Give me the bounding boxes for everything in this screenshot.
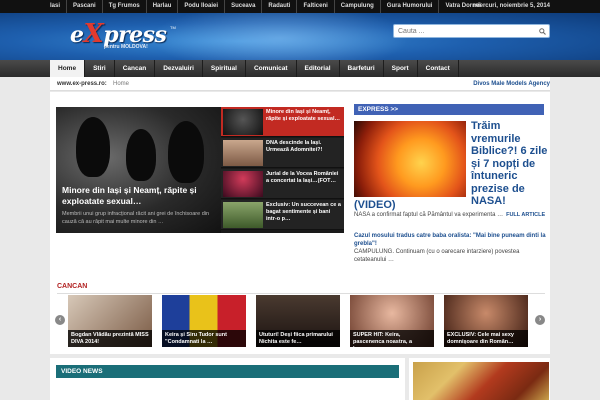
city-link-tg-frumos[interactable]: Tg Frumos <box>103 0 147 13</box>
nav-item-sport[interactable]: Sport <box>384 60 418 77</box>
nav-item-editorial[interactable]: Editorial <box>297 60 340 77</box>
express-story-image[interactable] <box>354 121 466 197</box>
search-box <box>393 24 550 38</box>
featured-slide-desc: Membrii unui grup infracțional răcit ani… <box>62 211 210 225</box>
city-link-radauti[interactable]: Radauti <box>262 0 298 13</box>
thumb-title: Jurial de la Vocea României a concertat … <box>266 171 339 184</box>
city-link-podu-iloaiei[interactable]: Podu Iloaiei <box>178 0 226 13</box>
slider-thumb[interactable]: Jurial de la Vocea României a concertat … <box>221 169 344 199</box>
cancan-section-header[interactable]: CANCAN <box>57 283 87 290</box>
logo-wordmark: eXpress <box>70 19 167 49</box>
express-section-header[interactable]: EXPRESS >> <box>354 104 544 115</box>
cancan-item[interactable]: Bogdan Vlădău prezintă MISS DIVA 2014! <box>68 295 152 347</box>
breadcrumb: www.ex-press.ro: Home Divos Male Models … <box>50 77 550 91</box>
cancan-item[interactable]: SUPER HIT: Keira, pascenenca noastra, a … <box>350 295 434 347</box>
thumb-image <box>223 171 263 197</box>
silhouette-shape <box>126 129 156 181</box>
express-story-title-tail[interactable]: (VIDEO) <box>354 199 434 211</box>
site-logo[interactable]: eXpress TM pentru MOLDOVA! <box>70 19 176 53</box>
search-icon[interactable] <box>539 28 546 35</box>
cancan-divider <box>57 293 545 294</box>
cancan-item-title: Ututuri! Deși fiica primarului Nichita e… <box>256 330 340 347</box>
thumb-title: DNA descinde la Iași. Urmează Adomnitei?… <box>266 140 323 153</box>
carousel-prev-icon[interactable]: ‹ <box>55 315 65 325</box>
express-header-label: EXPRESS >> <box>358 106 399 113</box>
express-desc-text: NASA a confirmat faptul că Pământul va e… <box>354 212 504 218</box>
nav-item-home[interactable]: Home <box>50 60 86 77</box>
cancan-item-title: SUPER HIT: Keira, pascenenca noastra, a … <box>350 330 434 347</box>
nav-item-contact[interactable]: Contact <box>418 60 459 77</box>
nav-item-barfeturi[interactable]: Barfeturi <box>340 60 384 77</box>
cancan-item[interactable]: Keira și Siru Tudor sunt "Condamnati la … <box>162 295 246 347</box>
top-bar: Iasi Pascani Tg Frumos Harlau Podu Iloai… <box>0 0 600 13</box>
breadcrumb-home-link[interactable]: Home <box>113 77 129 91</box>
nav-item-cancan[interactable]: Cancan <box>115 60 156 77</box>
slider-thumbnails: Minore din Iași și Neamț, răpite și expl… <box>221 107 344 233</box>
city-link-pascani[interactable]: Pascani <box>67 0 103 13</box>
city-link-harlau[interactable]: Harlau <box>147 0 179 13</box>
slider-thumb[interactable]: DNA descinde la Iași. Urmează Adomnitei?… <box>221 138 344 168</box>
express-story-title[interactable]: Trăim vremurile Biblice?! 6 zile și 7 no… <box>471 120 551 208</box>
current-date: miercuri, noiembrie 5, 2014 <box>472 3 550 9</box>
thumb-title: Minore din Iași și Neamț, răpite și expl… <box>266 109 340 122</box>
express-story2-desc: CAMPULUNG. Continuam (cu o oarecare inta… <box>354 249 520 263</box>
city-link-iasi[interactable]: Iasi <box>50 0 68 13</box>
cancan-item[interactable]: EXCLUSIV: Cele mai sexy domnișoare din R… <box>444 295 528 347</box>
logo-tagline: pentru MOLDOVA! <box>104 44 148 50</box>
thumb-title: Exclusiv: Un succevean ce a bagat sentim… <box>266 202 341 222</box>
city-link-campulung[interactable]: Campulung <box>335 0 381 13</box>
top-city-links: Iasi Pascani Tg Frumos Harlau Podu Iloai… <box>50 0 487 13</box>
silhouette-shape <box>76 117 110 177</box>
header-glow <box>150 13 410 60</box>
slider-thumb[interactable]: Exclusiv: Un succevean ce a bagat sentim… <box>221 200 344 230</box>
city-link-falticeni[interactable]: Falticeni <box>297 0 335 13</box>
main-nav: Home Stiri Cancan Dezvaluiri Spiritual C… <box>0 60 600 77</box>
city-link-suceava[interactable]: Suceava <box>225 0 263 13</box>
logo-trademark: TM <box>170 25 176 30</box>
cancan-item[interactable]: Ututuri! Deși fiica primarului Nichita e… <box>256 295 340 347</box>
cancan-item-title: Keira și Siru Tudor sunt "Condamnati la … <box>162 330 246 347</box>
express-story2-title[interactable]: Cazul mosului tradus catre baba oralista… <box>354 232 550 248</box>
carousel-next-icon[interactable]: › <box>535 315 545 325</box>
thumb-image <box>223 202 263 228</box>
city-link-gura-humorului[interactable]: Gura Humorului <box>381 0 440 13</box>
video-news-header[interactable]: VIDEO NEWS <box>56 365 399 378</box>
express-story-desc: NASA a confirmat faptul că Pământul va e… <box>354 212 550 218</box>
silhouette-shape <box>168 121 204 183</box>
slider-thumb[interactable]: Minore din Iași și Neamț, răpite și expl… <box>221 107 344 137</box>
site-header: eXpress TM pentru MOLDOVA! <box>0 13 600 60</box>
nav-item-dezvaluiri[interactable]: Dezvaluiri <box>155 60 203 77</box>
thumb-image <box>223 109 263 135</box>
video-news-label: VIDEO NEWS <box>61 368 103 375</box>
featured-slide-title[interactable]: Minore din Iași și Neamț, răpite și expl… <box>62 185 212 207</box>
cancan-item-title: EXCLUSIV: Cele mai sexy domnișoare din R… <box>444 330 528 347</box>
full-article-link[interactable]: FULL ARTICLE <box>506 212 545 218</box>
thumb-image <box>223 140 263 166</box>
nav-item-spiritual[interactable]: Spiritual <box>203 60 246 77</box>
featured-slider: Minore din Iași și Neamț, răpite și expl… <box>56 107 344 233</box>
sidebar-icon-image[interactable] <box>413 362 549 400</box>
search-input[interactable] <box>398 27 528 36</box>
agency-link[interactable]: Divos Male Models Agency <box>473 77 550 91</box>
cancan-item-title: Bogdan Vlădău prezintă MISS DIVA 2014! <box>68 330 152 347</box>
nav-item-stiri[interactable]: Stiri <box>85 60 115 77</box>
breadcrumb-site: www.ex-press.ro: <box>57 81 107 87</box>
nav-item-comunicat[interactable]: Comunicat <box>246 60 297 77</box>
